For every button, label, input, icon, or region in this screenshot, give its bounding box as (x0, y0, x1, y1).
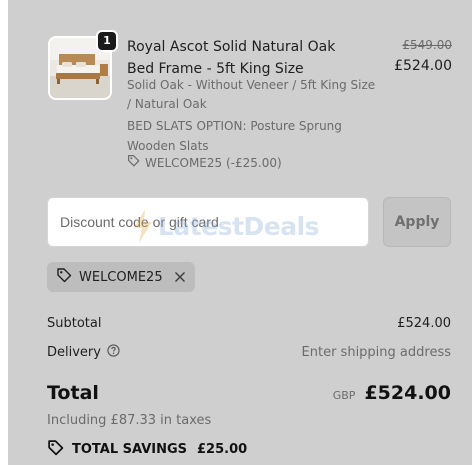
product-slats-option: BED SLATS OPTION: Posture Sprung Wooden … (127, 119, 342, 153)
price-current: £524.00 (394, 58, 452, 74)
quantity-badge: 1 (96, 30, 118, 52)
price-original: £549.00 (402, 38, 452, 52)
applied-code-chip: WELCOME25 (47, 262, 195, 292)
total-label: Total (47, 382, 99, 404)
tag-icon (47, 439, 64, 460)
product-title: Royal Ascot Solid Natural Oak Bed Frame … (127, 39, 336, 77)
currency-code: GBP (332, 389, 356, 402)
savings-label: TOTAL SAVINGS (72, 442, 188, 457)
help-icon[interactable] (107, 344, 120, 361)
delivery-value: Enter shipping address (301, 345, 451, 360)
delivery-label-group: Delivery (47, 344, 120, 361)
close-icon[interactable] (174, 271, 186, 283)
tag-icon (127, 154, 140, 172)
apply-button[interactable]: Apply (383, 197, 451, 247)
subtotal-row: Subtotal £524.00 (47, 316, 451, 331)
subtotal-label: Subtotal (47, 316, 102, 331)
taxes-note: Including £87.33 in taxes (47, 413, 212, 428)
total-row: Total GBP £524.00 (47, 382, 451, 404)
applied-code-label: WELCOME25 (79, 269, 163, 285)
product-variant: Solid Oak - Without Veneer / 5ft King Si… (127, 78, 376, 111)
delivery-row: Delivery Enter shipping address (47, 344, 451, 361)
discount-code-input[interactable] (47, 197, 369, 247)
subtotal-value: £524.00 (397, 316, 451, 331)
total-value: £524.00 (364, 382, 451, 404)
tag-icon (56, 267, 72, 287)
total-amount-group: GBP £524.00 (333, 382, 451, 404)
delivery-label: Delivery (47, 345, 101, 360)
product-discount-label: WELCOME25 (-£25.00) (145, 156, 282, 170)
product-applied-discount: WELCOME25 (-£25.00) (127, 154, 282, 172)
savings-value: £25.00 (197, 442, 248, 457)
page-edge-strip (0, 0, 8, 465)
total-savings: TOTAL SAVINGS £25.00 (47, 439, 247, 460)
